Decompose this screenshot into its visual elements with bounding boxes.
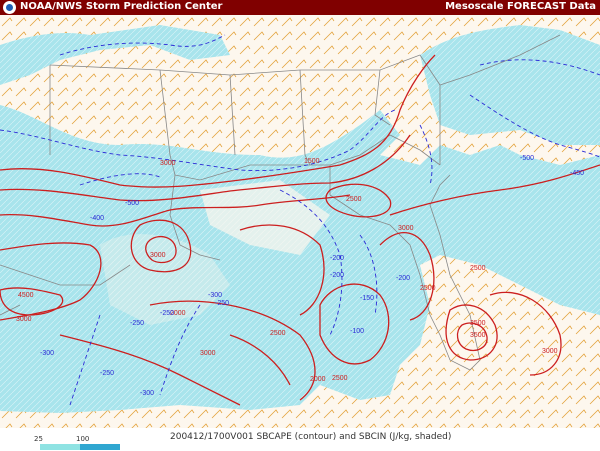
cin-label: -450 [570,170,584,177]
cape-label: 2500 [420,285,436,292]
legend-swatch-25 [40,444,80,450]
cin-label: -500 [125,200,139,207]
header-bar: NOAA/NWS Storm Prediction Center Mesosca… [0,0,600,15]
cin-label: -300 [40,350,54,357]
cape-label: 3000 [200,350,216,357]
cin-label: -250 [100,370,114,377]
legend-label-100: 100 [76,435,90,443]
cin-label: -150 [360,295,374,302]
header-title-right: Mesoscale FORECAST Data [445,1,596,12]
cape-label: 2500 [270,330,286,337]
cin-label: -200 [396,275,410,282]
cape-label: 2500 [332,375,348,382]
cape-label: 3000 [150,252,166,259]
cape-label: 3000 [542,348,558,355]
map-caption: 200412/1700V001 SBCAPE (contour) and SBC… [170,432,452,442]
noaa-logo-icon [3,1,16,14]
cin-label: -500 [520,155,534,162]
cape-label: 2500 [346,196,362,203]
cin-label: -200 [330,255,344,262]
cin-legend-bar [40,444,120,450]
cin-label: -300 [208,292,222,299]
legend-label-25: 25 [34,435,43,443]
cape-label: 3000 [16,316,32,323]
cin-label: -400 [90,215,104,222]
cape-label: 1500 [304,158,320,165]
cin-label: -300 [140,390,154,397]
cape-label: 4500 [18,292,34,299]
legend-swatch-100 [80,444,120,450]
cin-label: -200 [330,272,344,279]
cape-label: 3500 [470,320,486,327]
footer-bar: 25 100 200412/1700V001 SBCAPE (contour) … [0,428,600,451]
cin-label: -250 [130,320,144,327]
cape-label: 3500 [470,332,486,339]
cape-label: 3000 [398,225,414,232]
cin-label: -250 [160,310,174,317]
forecast-map: 3000 2500 4500 3000 2000 3000 3500 3000 … [0,15,600,428]
cape-label: 3000 [160,160,176,167]
cape-label: 2000 [310,376,326,383]
cape-label: 2500 [470,265,486,272]
cin-label: -100 [350,328,364,335]
cin-label: -250 [215,300,229,307]
spc-mesoanalysis-page: NOAA/NWS Storm Prediction Center Mesosca… [0,0,600,451]
header-title-left: NOAA/NWS Storm Prediction Center [20,1,223,12]
